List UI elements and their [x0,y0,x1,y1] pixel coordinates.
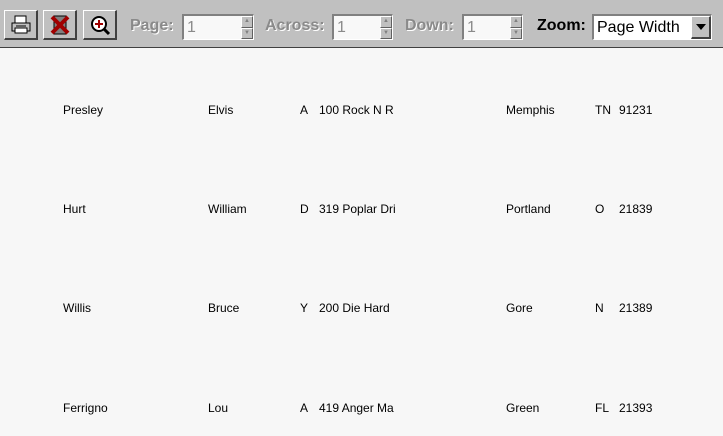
close-icon [50,15,69,34]
first-name: William [208,202,247,216]
first-name: Elvis [208,103,234,117]
first-name: Lou [208,401,229,415]
down-value: 1 [467,19,476,36]
city: Green [506,401,540,415]
state: N [595,301,604,315]
down-down-arrow-icon[interactable]: ▼ [510,27,522,39]
city: Memphis [506,103,555,117]
page-up-arrow-icon[interactable]: ▲ [241,16,253,28]
printer-icon [11,15,30,33]
across-label: Across: [265,17,325,34]
middle-initial: Y [300,301,309,315]
preview-toolbar: Page: 1 ▲ ▼ Across: 1 ▲ ▼ Down: 1 ▲ ▼ Zo… [0,0,723,48]
page-spinner[interactable]: 1 ▲ ▼ [182,14,254,40]
down-label: Down: [405,17,454,34]
across-down-arrow-icon[interactable]: ▼ [380,27,392,39]
zoom-value: Page Width [597,19,680,36]
report-page: Presley Elvis A 100 Rock N R Memphis TN … [0,49,723,436]
chevron-down-icon [695,24,706,30]
last-name: Presley [63,103,104,117]
across-up-arrow-icon[interactable]: ▲ [380,16,392,28]
first-name: Bruce [208,301,240,315]
zoom-label: Zoom: [537,17,586,34]
across-value: 1 [337,19,346,36]
address: 319 Poplar Dri [319,202,396,216]
page-value: 1 [187,19,196,36]
city: Portland [506,202,551,216]
down-up-arrow-icon[interactable]: ▲ [510,16,522,28]
zip: 91231 [619,103,653,117]
magnifier-icon [90,15,110,35]
state: O [595,202,605,216]
address: 100 Rock N R [319,103,394,117]
close-preview-button[interactable] [43,10,77,40]
across-spinner[interactable]: 1 ▲ ▼ [332,14,393,40]
address: 200 Die Hard [319,301,390,315]
middle-initial: D [300,202,309,216]
zip: 21389 [619,301,653,315]
middle-initial: A [300,103,309,117]
state: TN [595,103,611,117]
zoom-button[interactable] [83,10,117,40]
zip: 21839 [619,202,653,216]
middle-initial: A [300,401,309,415]
last-name: Willis [63,301,91,315]
zip: 21393 [619,401,653,415]
last-name: Hurt [63,202,86,216]
city: Gore [506,301,533,315]
state: FL [595,401,610,415]
address: 419 Anger Ma [319,401,394,415]
last-name: Ferrigno [63,401,108,415]
print-button[interactable] [4,10,38,40]
page-down-arrow-icon[interactable]: ▼ [241,27,253,39]
down-spinner[interactable]: 1 ▲ ▼ [462,14,523,40]
zoom-dropdown-button[interactable] [691,16,711,39]
zoom-select[interactable]: Page Width [592,14,712,40]
page-label: Page: [130,17,174,34]
